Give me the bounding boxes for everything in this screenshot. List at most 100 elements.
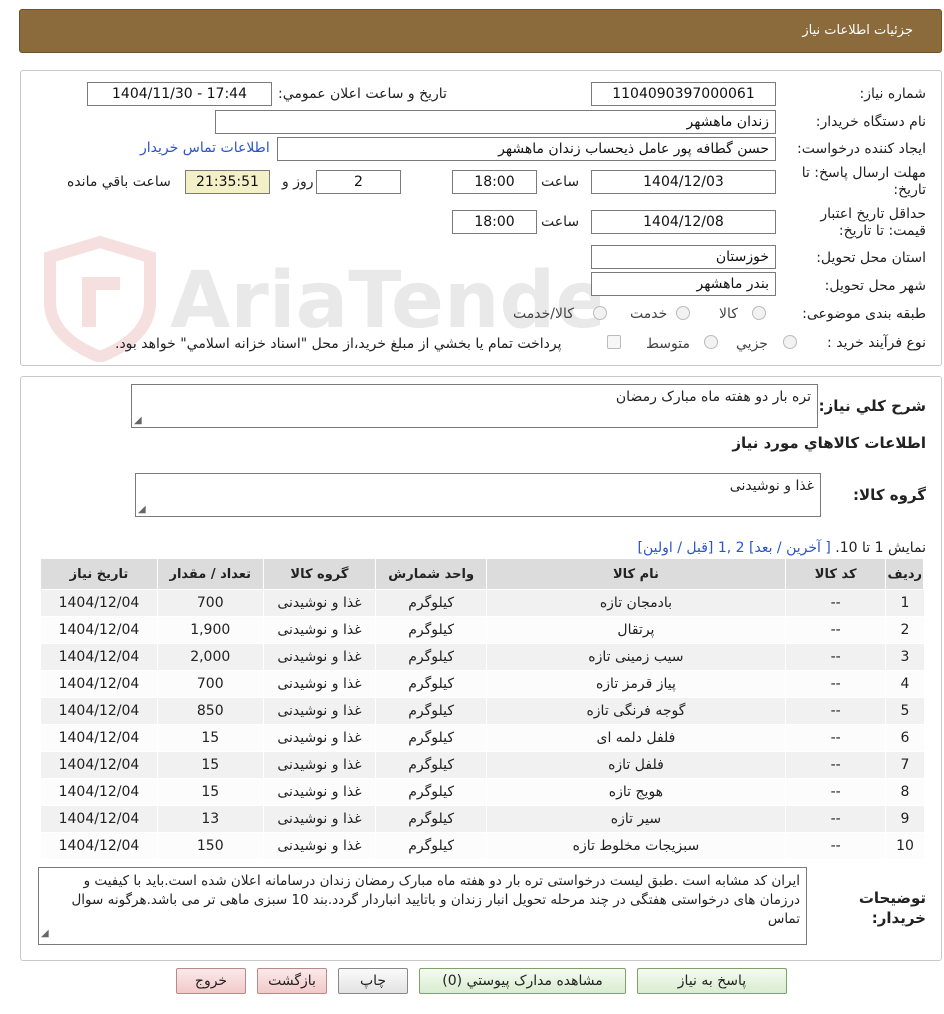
cell-row-number: 1 xyxy=(885,589,924,617)
resize-grip-icon[interactable]: ◢ xyxy=(134,415,142,426)
treasury-payment-checkbox[interactable] xyxy=(607,335,621,349)
exit-button[interactable]: خروج xyxy=(176,968,246,994)
print-button[interactable]: چاپ xyxy=(338,968,408,994)
buyer-contact-link[interactable]: اطلاعات تماس خريدار xyxy=(140,140,270,156)
cell-goods-name: فلفل دلمه ای xyxy=(486,724,786,752)
col-header-unit[interactable]: واحد شمارش xyxy=(375,558,488,590)
time-remaining-label: ساعت باقي مانده xyxy=(67,174,171,190)
table-row[interactable]: 7 -- فلفل تازه کیلوگرم غذا و نوشیدنی 15 1404/1… xyxy=(40,751,924,779)
cell-goods-group: غذا و نوشیدنی xyxy=(262,724,376,752)
process-minor-label: جزيي xyxy=(736,336,768,352)
deadline-time-label: ساعت xyxy=(541,174,580,190)
back-button[interactable]: بازگشت xyxy=(257,968,327,994)
table-row[interactable]: 3 -- سیب زمینی تازه کیلوگرم غذا و نوشیدنی 2,0… xyxy=(40,643,924,671)
cell-goods-name: سبزیجات مخلوط تازه xyxy=(486,832,786,860)
goods-group-text: غذا و نوشیدنی xyxy=(729,478,814,494)
col-header-need-date[interactable]: تاريخ نياز xyxy=(40,558,158,590)
cell-quantity: 15 xyxy=(156,724,264,752)
cell-goods-code: -- xyxy=(784,616,886,644)
cell-goods-name: گوجه فرنگی تازه xyxy=(486,697,786,725)
category-goods-radio[interactable] xyxy=(752,306,766,320)
cell-unit: کیلوگرم xyxy=(375,616,487,644)
cell-quantity: 850 xyxy=(156,697,264,725)
table-row[interactable]: 2 -- پرتقال کیلوگرم غذا و نوشیدنی 1,900 1404/1… xyxy=(40,616,924,644)
resize-grip-icon[interactable]: ◢ xyxy=(41,924,49,943)
treasury-payment-note: پرداخت تمام يا بخشي از مبلغ خريد،از محل … xyxy=(115,336,562,352)
table-row[interactable]: 4 -- پیاز قرمز تازه کیلوگرم غذا و نوشیدنی 700… xyxy=(40,670,924,698)
table-row[interactable]: 1 -- بادمجان تازه کیلوگرم غذا و نوشیدنی 700 14… xyxy=(40,589,924,617)
cell-quantity: 15 xyxy=(156,751,264,779)
category-goods-service-label: کالا/خدمت xyxy=(513,306,574,322)
cell-unit: کیلوگرم xyxy=(375,751,487,779)
deadline-time-field: 18:00 xyxy=(452,170,537,194)
cell-need-date: 1404/12/04 xyxy=(40,778,158,806)
col-header-quantity[interactable]: تعداد / مقدار xyxy=(156,558,264,590)
cell-unit: کیلوگرم xyxy=(375,643,487,671)
validity-time-field: 18:00 xyxy=(452,210,537,234)
cell-need-date: 1404/12/04 xyxy=(40,832,158,860)
view-attachments-button[interactable]: مشاهده مدارک پيوستي (0) xyxy=(419,968,626,994)
pagination-nav[interactable]: [ آخرين / بعد] 2 ,1 [قبل / اولين] xyxy=(638,540,831,556)
cell-need-date: 1404/12/04 xyxy=(40,724,158,752)
cell-goods-name: سیب زمینی تازه xyxy=(486,643,786,671)
col-header-goods-name[interactable]: نام کالا xyxy=(486,558,786,590)
city-field: بندر ماهشهر xyxy=(591,272,776,296)
cell-goods-code: -- xyxy=(784,724,886,752)
summary-text: تره بار دو هفته ماه مبارک رمضان xyxy=(615,389,811,405)
process-minor-radio[interactable] xyxy=(783,335,797,349)
cell-row-number: 2 xyxy=(885,616,924,644)
goods-table: رديف کد کالا نام کالا واحد شمارش گروه کا… xyxy=(40,558,924,860)
cell-row-number: 4 xyxy=(885,670,924,698)
deadline-date-field: 1404/12/03 xyxy=(591,170,776,194)
cell-goods-name: پیاز قرمز تازه xyxy=(486,670,786,698)
cell-row-number: 10 xyxy=(885,832,924,860)
process-medium-label: متوسط xyxy=(646,336,690,352)
cell-goods-name: هویج تازه xyxy=(486,778,786,806)
category-goods-service-radio[interactable] xyxy=(593,306,607,320)
cell-goods-code: -- xyxy=(784,589,886,617)
cell-goods-code: -- xyxy=(784,832,886,860)
category-label: طبقه بندی موضوعی: xyxy=(802,306,926,322)
days-remaining-field: 2 xyxy=(316,170,401,194)
days-label: روز و xyxy=(282,174,314,190)
col-header-row-number[interactable]: رديف xyxy=(885,558,924,590)
cell-goods-code: -- xyxy=(784,643,886,671)
col-header-goods-code[interactable]: کد کالا xyxy=(784,558,887,590)
province-label: استان محل تحويل: xyxy=(816,250,926,266)
col-header-goods-group[interactable]: گروه کالا xyxy=(262,558,377,590)
cell-quantity: 700 xyxy=(156,670,264,698)
reply-button[interactable]: پاسخ به نياز xyxy=(637,968,787,994)
cell-unit: کیلوگرم xyxy=(375,589,487,617)
cell-row-number: 8 xyxy=(885,778,924,806)
page-header: جزئیات اطلاعات نیاز xyxy=(19,9,942,53)
cell-row-number: 6 xyxy=(885,724,924,752)
summary-textarea[interactable]: تره بار دو هفته ماه مبارک رمضان ◢ xyxy=(131,384,818,428)
cell-goods-name: پرتقال xyxy=(486,616,786,644)
cell-goods-group: غذا و نوشیدنی xyxy=(262,643,376,671)
cell-goods-group: غذا و نوشیدنی xyxy=(262,805,376,833)
deadline-label: مهلت ارسال پاسخ: تا تاريخ: xyxy=(801,165,926,198)
summary-label: شرح کلي نياز: xyxy=(818,397,926,415)
announce-datetime-field: 1404/11/30 - 17:44 xyxy=(87,82,272,106)
cell-quantity: 700 xyxy=(156,589,264,617)
cell-row-number: 5 xyxy=(885,697,924,725)
table-row[interactable]: 10 -- سبزیجات مخلوط تازه کیلوگرم غذا و نوشید… xyxy=(40,832,924,860)
buyer-notes-textarea[interactable]: ایران کد مشابه است .طبق لیست درخواستی تر… xyxy=(38,867,807,945)
cell-need-date: 1404/12/04 xyxy=(40,616,158,644)
table-row[interactable]: 5 -- گوجه فرنگی تازه کیلوگرم غذا و نوشیدنی 85… xyxy=(40,697,924,725)
cell-need-date: 1404/12/04 xyxy=(40,805,158,833)
table-header-row: رديف کد کالا نام کالا واحد شمارش گروه کا… xyxy=(40,558,924,590)
process-medium-radio[interactable] xyxy=(704,335,718,349)
table-row[interactable]: 9 -- سیر تازه کیلوگرم غذا و نوشیدنی 13 1404/12… xyxy=(40,805,924,833)
pagination: نمايش 1 تا 10. [ آخرين / بعد] 2 ,1 [قبل … xyxy=(638,540,927,556)
cell-quantity: 1,900 xyxy=(156,616,264,644)
cell-goods-group: غذا و نوشیدنی xyxy=(262,697,376,725)
table-row[interactable]: 8 -- هویج تازه کیلوگرم غذا و نوشیدنی 15 1404/1… xyxy=(40,778,924,806)
cell-unit: کیلوگرم xyxy=(375,778,487,806)
table-row[interactable]: 6 -- فلفل دلمه ای کیلوگرم غذا و نوشیدنی 15 140… xyxy=(40,724,924,752)
goods-group-label: گروه کالا: xyxy=(853,486,926,504)
resize-grip-icon[interactable]: ◢ xyxy=(138,504,146,515)
need-number-label: شماره نیاز: xyxy=(859,86,927,102)
goods-group-textarea[interactable]: غذا و نوشیدنی ◢ xyxy=(135,473,821,517)
category-service-radio[interactable] xyxy=(676,306,690,320)
